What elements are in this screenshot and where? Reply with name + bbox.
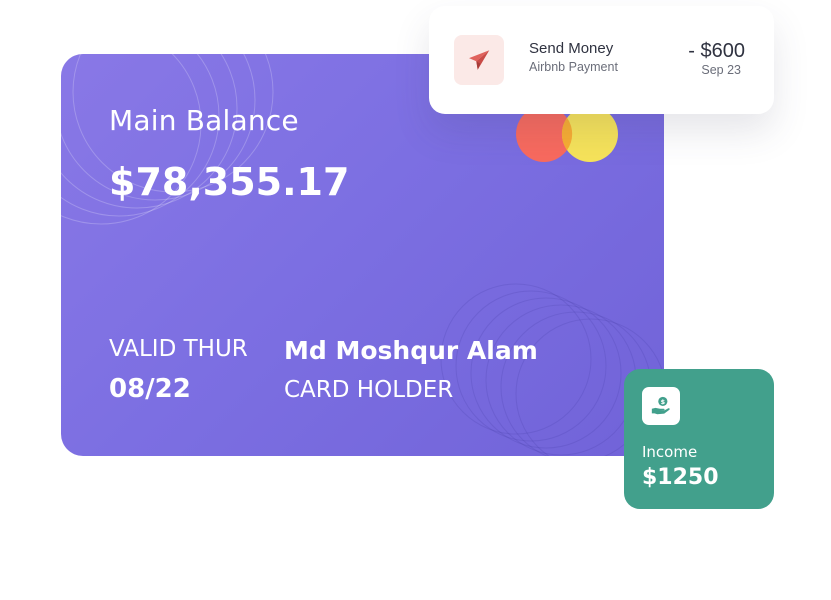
paper-plane-icon	[454, 35, 504, 85]
transaction-date: Sep 23	[701, 63, 741, 77]
svg-text:$: $	[661, 398, 666, 406]
income-value: $1250	[642, 465, 719, 490]
stage: Main Balance $78,355.17 VALID THUR 08/22…	[0, 0, 831, 600]
balance-card[interactable]: Main Balance $78,355.17 VALID THUR 08/22…	[61, 54, 664, 456]
transaction-amount: - $600	[688, 40, 745, 62]
transaction-subtitle: Airbnb Payment	[529, 60, 618, 74]
valid-thru-value: 08/22	[109, 374, 191, 404]
card-holder-label: CARD HOLDER	[284, 377, 454, 403]
mastercard-logo-icon	[516, 106, 618, 162]
balance-label: Main Balance	[109, 104, 299, 137]
income-card[interactable]: $ Income $1250	[624, 369, 774, 509]
transaction-title: Send Money	[529, 40, 614, 57]
balance-amount: $78,355.17	[109, 160, 350, 204]
income-label: Income	[642, 443, 698, 461]
transaction-popup[interactable]: Send Money Airbnb Payment - $600 Sep 23	[429, 6, 774, 114]
money-hand-icon: $	[642, 387, 680, 425]
card-holder-name: Md Moshqur Alam	[284, 336, 538, 365]
valid-thru-label: VALID THUR	[109, 336, 248, 362]
